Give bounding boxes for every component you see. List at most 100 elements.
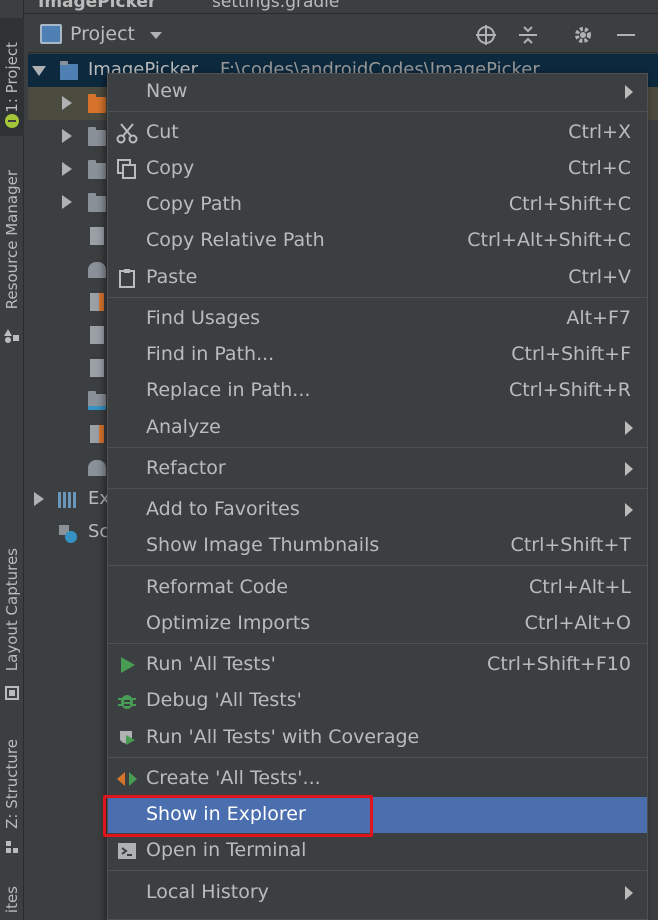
menu-separator (108, 111, 647, 112)
tab-layout-captures[interactable]: Layout Captures (0, 540, 24, 680)
menu-item-label: Paste (146, 266, 198, 288)
tab-resource-manager-label: Resource Manager (3, 170, 21, 310)
folder-icon (88, 127, 106, 146)
shortcut-label: Ctrl+C (568, 157, 631, 179)
shortcut-label: Ctrl+Shift+C (508, 193, 631, 215)
tab-resource-manager[interactable]: Resource Manager (0, 155, 24, 325)
shortcut-label: Ctrl+Alt+Shift+C (467, 229, 631, 251)
menu-item-open-in-terminal[interactable]: Open in Terminal (108, 833, 647, 869)
menu-item-show-image-thumbnails[interactable]: Show Image Thumbnails Ctrl+Shift+T (108, 528, 647, 564)
menu-item-refactor[interactable]: Refactor (108, 451, 647, 487)
tab-structure-label: Z: Structure (3, 739, 21, 829)
libraries-icon (58, 492, 76, 508)
menu-item-copy-relative-path[interactable]: Copy Relative Path Ctrl+Alt+Shift+C (108, 223, 647, 259)
gradle-icon (88, 460, 106, 476)
breadcrumb-project[interactable]: ImagePicker (38, 0, 156, 12)
expand-arrow-icon[interactable] (62, 96, 72, 110)
menu-item-analyze[interactable]: Analyze (108, 410, 647, 446)
menu-item-label: Cut (146, 121, 179, 143)
android-icon (2, 112, 22, 130)
shortcut-label: Ctrl+V (568, 266, 631, 288)
menu-item-label: Find Usages (146, 307, 261, 329)
crosshair-icon[interactable] (474, 23, 498, 47)
project-panel-header: Project (28, 15, 658, 53)
submenu-arrow-icon (625, 886, 633, 900)
scissors-icon (116, 122, 138, 144)
menu-item-label: Copy (146, 157, 195, 179)
menu-item-find-usages[interactable]: Find Usages Alt+F7 (108, 301, 647, 337)
menu-separator (108, 643, 647, 644)
copy-icon (116, 158, 138, 180)
left-tool-strip: 1: Project Resource Manager Layout Captu… (0, 0, 24, 920)
menu-item-label: Show Image Thumbnails (146, 534, 380, 556)
menu-item-debug-all-tests[interactable]: Debug 'All Tests' (108, 683, 647, 719)
breadcrumb-file[interactable]: settings.gradle (212, 0, 339, 12)
menu-item-label: Copy Path (146, 193, 242, 215)
resources-icon (2, 326, 22, 344)
properties-file-icon (90, 425, 104, 443)
submenu-arrow-icon (625, 462, 633, 476)
tab-favorites-label: ites (3, 886, 21, 914)
expand-arrow-icon[interactable] (32, 66, 46, 76)
structure-icon (2, 838, 22, 856)
menu-separator (108, 488, 647, 489)
menu-item-cut[interactable]: Cut Ctrl+X (108, 115, 647, 151)
submenu-arrow-icon (625, 85, 633, 99)
menu-item-label: Optimize Imports (146, 612, 311, 634)
chevron-down-icon[interactable] (150, 32, 162, 39)
tab-project-label: 1: Project (3, 41, 21, 113)
expand-arrow-icon[interactable] (62, 195, 72, 209)
menu-item-label: Run 'All Tests' (146, 653, 276, 675)
menu-item-paste[interactable]: Paste Ctrl+V (108, 260, 647, 296)
menu-item-create-all-tests[interactable]: Create 'All Tests'... (108, 761, 647, 797)
minimize-icon[interactable] (614, 23, 638, 47)
menu-item-label: Create 'All Tests'... (146, 767, 321, 789)
collapse-all-icon[interactable] (516, 23, 540, 47)
gear-icon[interactable] (571, 23, 595, 47)
menu-item-label: Copy Relative Path (146, 229, 325, 251)
coverage-icon (116, 727, 138, 749)
expand-arrow-icon[interactable] (34, 492, 44, 506)
shortcut-label: Ctrl+Alt+L (529, 576, 631, 598)
expand-arrow-icon[interactable] (62, 129, 72, 143)
menu-item-label: Analyze (146, 416, 221, 438)
properties-file-icon (90, 293, 104, 311)
folder-icon (88, 193, 106, 212)
menu-item-label: Debug 'All Tests' (146, 689, 302, 711)
project-view-title[interactable]: Project (70, 23, 135, 45)
menu-item-label: New (146, 80, 188, 102)
tab-layout-captures-label: Layout Captures (3, 548, 21, 672)
menu-item-label: Local History (146, 881, 269, 903)
menu-separator (108, 447, 647, 448)
tab-favorites[interactable]: ites (0, 880, 24, 920)
expand-arrow-icon[interactable] (62, 162, 72, 176)
menu-item-run-with-coverage[interactable]: Run 'All Tests' with Coverage (108, 720, 647, 756)
shortcut-label: Ctrl+Alt+O (524, 612, 631, 634)
tab-structure[interactable]: Z: Structure (0, 730, 24, 838)
file-icon (90, 359, 104, 377)
shortcut-label: Ctrl+Shift+F10 (487, 653, 631, 675)
layout-capture-icon (2, 684, 22, 702)
menu-item-label: Refactor (146, 457, 226, 479)
menu-item-run-all-tests[interactable]: Run 'All Tests' Ctrl+Shift+F10 (108, 647, 647, 683)
run-icon (116, 654, 138, 676)
menu-item-reformat-code[interactable]: Reformat Code Ctrl+Alt+L (108, 570, 647, 606)
gradle-icon (88, 262, 106, 278)
menu-item-local-history[interactable]: Local History (108, 875, 647, 911)
shortcut-label: Ctrl+X (568, 121, 631, 143)
menu-item-add-to-favorites[interactable]: Add to Favorites (108, 492, 647, 528)
bug-icon (116, 690, 138, 712)
menu-item-find-in-path[interactable]: Find in Path... Ctrl+Shift+F (108, 337, 647, 373)
menu-item-optimize-imports[interactable]: Optimize Imports Ctrl+Alt+O (108, 606, 647, 642)
shortcut-label: Ctrl+Shift+T (510, 534, 631, 556)
folder-icon (88, 94, 106, 113)
submenu-arrow-icon (625, 503, 633, 517)
menu-item-new[interactable]: New (108, 74, 647, 110)
scratches-icon (58, 524, 77, 543)
menu-item-replace-in-path[interactable]: Replace in Path... Ctrl+Shift+R (108, 373, 647, 409)
menu-item-copy[interactable]: Copy Ctrl+C (108, 151, 647, 187)
menu-item-copy-path[interactable]: Copy Path Ctrl+Shift+C (108, 187, 647, 223)
project-window-icon (40, 24, 62, 44)
menu-separator (108, 757, 647, 758)
submenu-arrow-icon (625, 421, 633, 435)
